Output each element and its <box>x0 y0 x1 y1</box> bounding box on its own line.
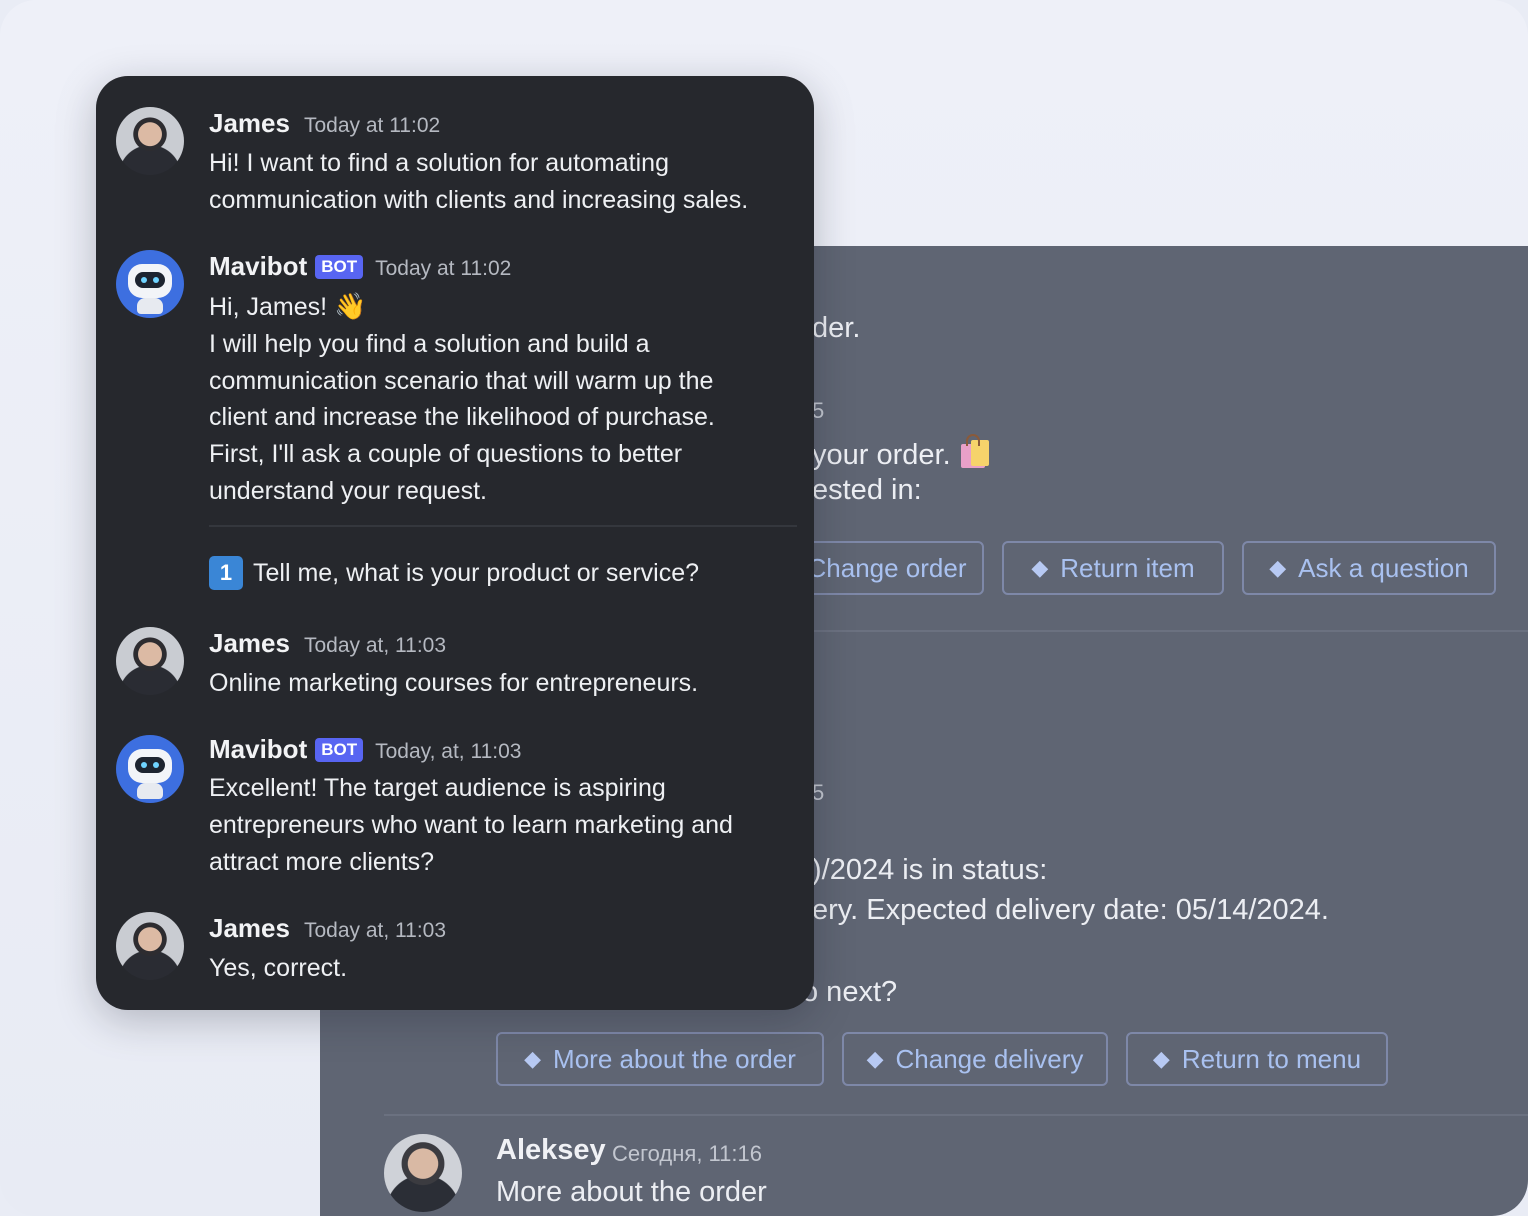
return-to-menu-button[interactable]: ◆ Return to menu <box>1126 1032 1388 1086</box>
message-time: Today at, 11:03 <box>303 634 447 657</box>
message-author[interactable]: Mavibot <box>209 251 307 282</box>
avatar[interactable] <box>116 107 184 175</box>
message-author[interactable]: James <box>209 108 290 139</box>
message-author[interactable]: Aleksey <box>496 1134 606 1167</box>
shopping-bag-icon <box>960 434 989 468</box>
message-text: Online marketing courses for entrepreneu… <box>209 669 699 697</box>
avatar[interactable] <box>116 627 184 695</box>
bot-badge: BOT <box>315 255 364 279</box>
waving-hand-icon: 👋 <box>334 291 367 321</box>
message-time: Today at 11:02 <box>375 257 512 280</box>
bot-avatar[interactable] <box>116 250 184 318</box>
message-header: Mavibot BOT Today, at, 11:03 <box>209 734 521 765</box>
message-text: Yes, correct. <box>209 954 348 982</box>
order-fragment: der. <box>812 312 861 344</box>
delivery-fragment: ery. Expected delivery date: 05/14/2024. <box>812 894 1329 926</box>
next-fragment: o next? <box>802 976 898 1008</box>
message-header: James Today at, 11:03 <box>209 628 446 659</box>
change-order-button[interactable]: Change order <box>790 541 984 595</box>
divider <box>384 1114 1528 1116</box>
bot-avatar[interactable] <box>116 735 184 803</box>
divider <box>790 630 1528 632</box>
more-about-order-button[interactable]: ◆ More about the order <box>496 1032 824 1086</box>
keycap-number-icon: 1 <box>209 556 243 590</box>
message-author[interactable]: James <box>209 913 290 944</box>
message-text: More about the order <box>496 1176 767 1208</box>
ask-question-button[interactable]: ◆ Ask a question <box>1242 541 1496 595</box>
message-text: Hi! I want to find a solution for automa… <box>209 149 749 214</box>
question-line: 1 Tell me, what is your product or servi… <box>209 556 699 590</box>
question-text: Tell me, what is your product or service… <box>253 558 700 587</box>
gem-icon: ◆ <box>1031 555 1049 580</box>
message-header: Mavibot BOT Today at 11:02 <box>209 251 511 282</box>
return-item-button[interactable]: ◆ Return item <box>1002 541 1224 595</box>
message-time: Today at, 11:03 <box>303 919 447 942</box>
avatar[interactable] <box>116 912 184 980</box>
status-fragment: )/2024 is in status: <box>812 854 1048 886</box>
avatar[interactable] <box>384 1134 462 1212</box>
change-delivery-button[interactable]: ◆ Change delivery <box>842 1032 1108 1086</box>
your-order-fragment: your order. <box>812 434 993 472</box>
screenshot-stage: der. 5 your order. ested in: Change orde… <box>0 0 1528 1216</box>
message-time: Today at 11:02 <box>303 114 441 137</box>
message-header: James Today at, 11:03 <box>209 913 446 944</box>
divider <box>209 525 797 527</box>
message-author[interactable]: James <box>209 628 290 659</box>
gem-icon: ◆ <box>1269 555 1287 580</box>
chat-card: James Today at 11:02 Hi! I want to find … <box>96 76 814 1010</box>
gem-icon: ◆ <box>524 1046 542 1071</box>
gem-icon: ◆ <box>1152 1046 1170 1071</box>
interested-fragment: ested in: <box>812 474 922 506</box>
message-time: Today, at, 11:03 <box>375 740 522 763</box>
message-author[interactable]: Mavibot <box>209 734 307 765</box>
message-text: Hi, James! 👋 I will help you find a solu… <box>209 291 715 505</box>
gem-icon: ◆ <box>866 1046 884 1071</box>
message-time: Сегодня, 11:16 <box>612 1141 762 1166</box>
message-header: James Today at 11:02 <box>209 108 440 139</box>
message-text: Excellent! The target audience is aspiri… <box>209 774 733 876</box>
bot-badge: BOT <box>315 738 364 762</box>
